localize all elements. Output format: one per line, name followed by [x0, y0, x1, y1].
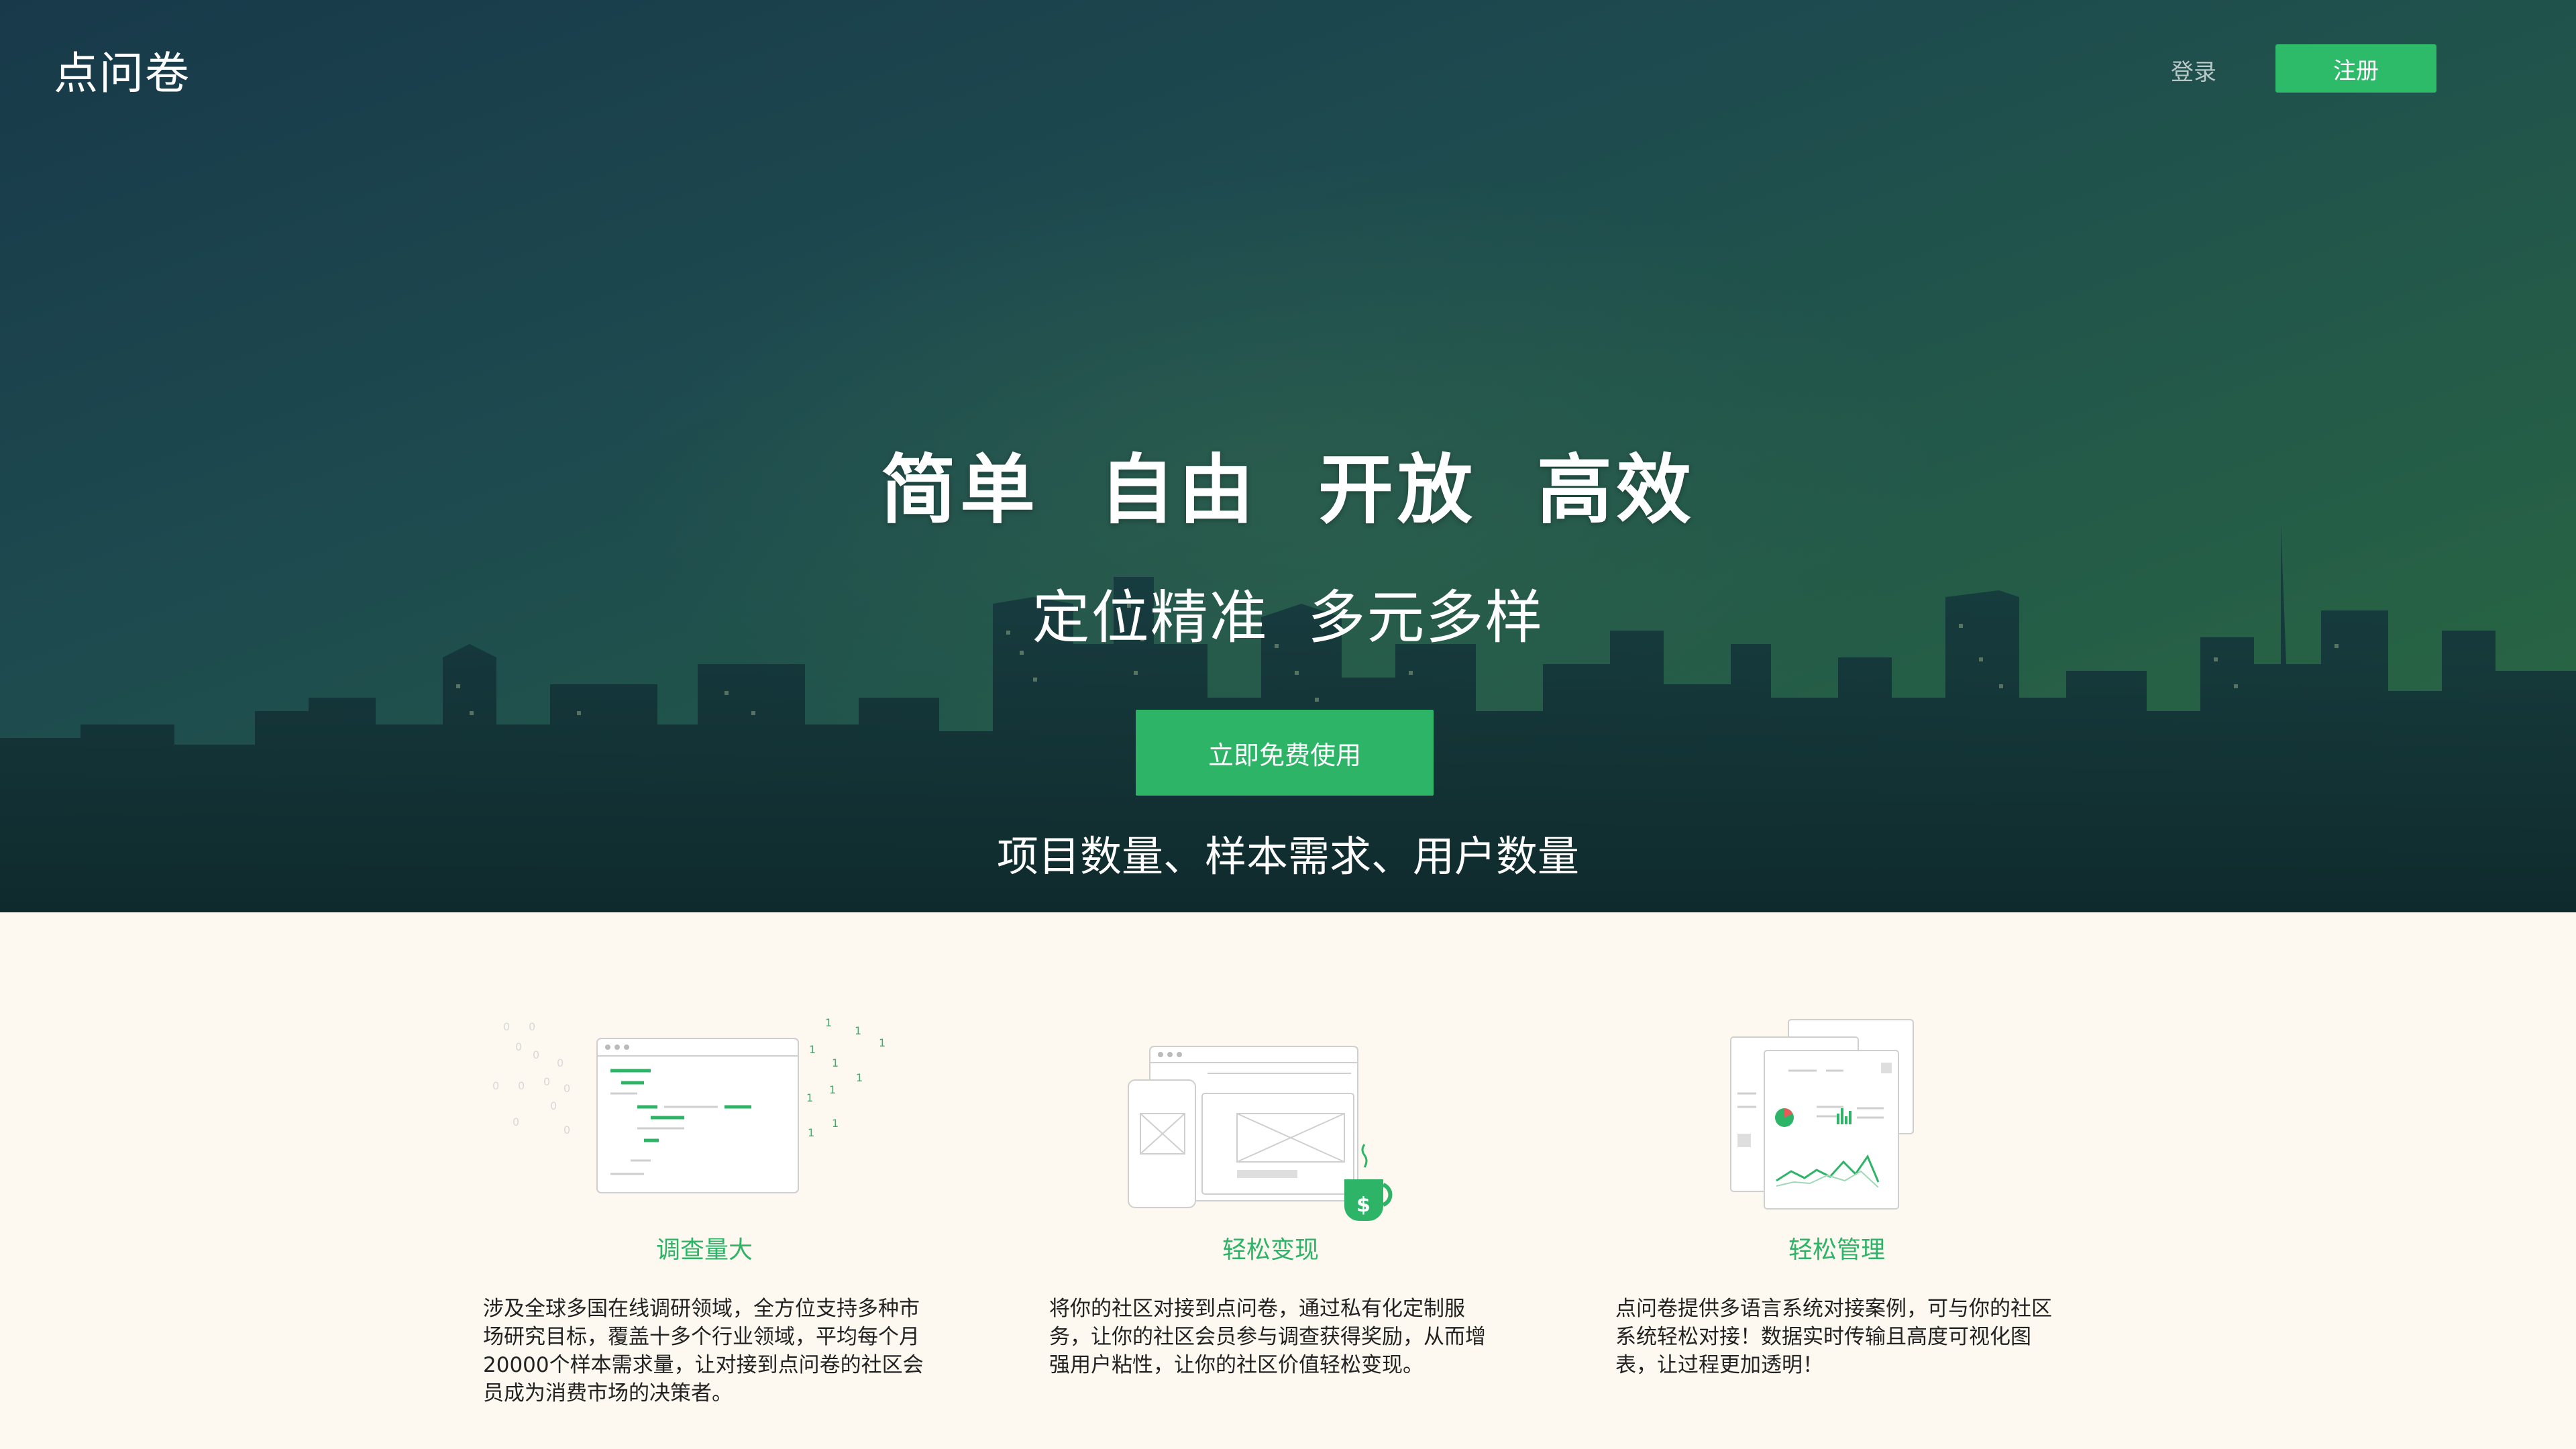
- svg-text:0: 0: [492, 1079, 499, 1092]
- svg-text:1: 1: [855, 1024, 861, 1037]
- feature-description: 将你的社区对接到点问卷，通过私有化定制服务，让你的社区会员参与调查获得奖励，从而…: [1049, 1297, 1486, 1377]
- feature-title: 调查量大: [655, 1236, 753, 1264]
- survey-window-illustration-icon: 111 111 1111 0000 0000 0000: [483, 1006, 926, 1228]
- svg-text:1: 1: [825, 1016, 832, 1029]
- dashboard-charts-illustration-icon: [1615, 1006, 2058, 1228]
- feature-description: 涉及全球多国在线调研领域，全方位支持多种市场研究目标，覆盖十多个行业领域，平均每…: [483, 1297, 924, 1405]
- svg-text:1: 1: [809, 1043, 816, 1056]
- svg-text:0: 0: [518, 1079, 525, 1092]
- register-button[interactable]: 注册: [2275, 44, 2436, 93]
- hero-section: 点问卷 登录 注册 简单 自由 开放 高效 定位精准 多元多样 立即免费使用 项…: [0, 0, 2576, 912]
- svg-text:0: 0: [550, 1099, 557, 1112]
- feature-easy-management: 轻松管理 点问卷提供多语言系统对接案例，可与你的社区系统轻松对接！数据实时传输且…: [1615, 1006, 2058, 1379]
- svg-text:1: 1: [879, 1036, 885, 1049]
- svg-text:0: 0: [513, 1116, 519, 1128]
- feature-description: 点问卷提供多语言系统对接案例，可与你的社区系统轻松对接！数据实时传输且高度可视化…: [1615, 1297, 2052, 1377]
- svg-text:0: 0: [564, 1082, 570, 1095]
- svg-text:1: 1: [832, 1117, 839, 1130]
- hero-tagline: 项目数量、样本需求、用户数量: [996, 832, 1579, 881]
- svg-text:0: 0: [503, 1020, 510, 1033]
- svg-text:1: 1: [856, 1071, 863, 1084]
- svg-text:1: 1: [832, 1057, 839, 1069]
- svg-text:1: 1: [829, 1083, 836, 1096]
- feature-survey-volume: 111 111 1111 0000 0000 0000 调查量大 涉及全球多国在…: [483, 1006, 926, 1407]
- hero-subheadline: 定位精准 多元多样: [1032, 584, 1544, 651]
- monetize-devices-illustration-icon: $: [1049, 1006, 1492, 1228]
- svg-text:0: 0: [557, 1057, 564, 1069]
- svg-text:1: 1: [806, 1091, 813, 1104]
- svg-text:$: $: [1356, 1193, 1371, 1217]
- svg-text:0: 0: [529, 1020, 535, 1033]
- feature-easy-monetize: $ 轻松变现 将你的社区对接到点问卷，通过私有化定制服务，让你的社区会员参与调查…: [1049, 1006, 1492, 1379]
- svg-text:0: 0: [533, 1049, 539, 1061]
- feature-title: 轻松变现: [1222, 1236, 1319, 1264]
- free-trial-button[interactable]: 立即免费使用: [1136, 710, 1434, 796]
- svg-text:0: 0: [564, 1124, 570, 1136]
- svg-text:0: 0: [543, 1075, 550, 1088]
- svg-text:0: 0: [515, 1040, 522, 1053]
- svg-text:1: 1: [808, 1126, 814, 1139]
- site-logo[interactable]: 点问卷: [54, 38, 191, 102]
- hero-headline: 简单 自由 开放 高效: [881, 447, 1695, 534]
- login-link[interactable]: 登录: [2171, 54, 2216, 87]
- feature-title: 轻松管理: [1788, 1236, 1885, 1264]
